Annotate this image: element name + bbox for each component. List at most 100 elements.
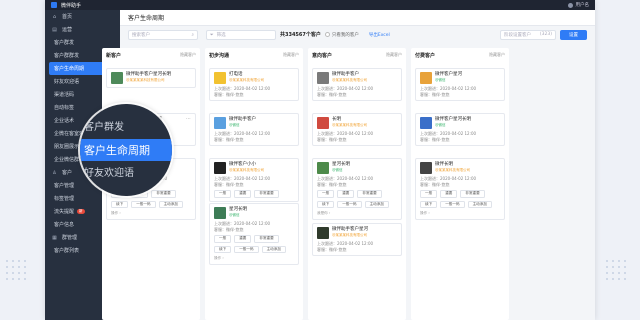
hide-customers-link[interactable]: 隐藏客户 <box>283 52 299 58</box>
tag-button[interactable]: 主动添加 <box>467 200 492 208</box>
customer-info: 星河长明@微信 <box>332 162 350 173</box>
customer-card[interactable]: 微伴助手客户星河长明 @某某某某科技有限公司 <box>106 68 196 88</box>
column-header: 付费客户 隐藏客户 <box>411 48 509 62</box>
avatar <box>317 227 329 239</box>
tag-button[interactable]: 主动添加 <box>364 200 389 208</box>
customer-meta: 上次跟进：2020-04-02 12:00客服：微伴-悠悠 <box>214 131 294 142</box>
customer-org: @某某某科技有限公司 <box>332 123 367 127</box>
tag-button[interactable]: 非常重要 <box>254 235 279 243</box>
customer-org: @某某某科技有限公司 <box>229 168 264 172</box>
customer-card-header: 微伴助手客户星河长明 @某某某某科技有限公司 <box>111 72 191 84</box>
customer-card[interactable]: 星河长明@微信上次跟进：2020-04-02 12:00客服：微伴-悠悠一般重要… <box>312 158 402 220</box>
tag-row: 续下 一般一码 主动添加 <box>420 200 500 208</box>
more-icon[interactable]: ⋯ <box>186 116 191 122</box>
customer-card[interactable]: 微伴长明 @某某某科技有限公司 上次跟进：2020-04-02 12:00 客服：微伴… <box>415 158 505 220</box>
customer-card-header: 星河长明@微信 <box>317 162 397 174</box>
background-dots <box>4 258 30 284</box>
tag-button[interactable]: 续下 <box>111 200 129 208</box>
customer-info: 微伴客户星河长明 @微信 <box>435 117 471 128</box>
meta-line: 客服：微伴-悠悠 <box>317 246 347 252</box>
tag-button[interactable]: 一般一码 <box>337 200 362 208</box>
user-menu[interactable]: 用户名 <box>567 2 589 8</box>
search-icon: ⌕ <box>191 32 194 38</box>
search-input[interactable]: 搜索客户 ⌕ <box>128 29 198 40</box>
column-header: 意向客户 隐藏客户 <box>308 48 406 62</box>
customer-card-header: 微伴助手客户 @微信 <box>214 117 294 129</box>
tag-button[interactable]: 一般一码 <box>440 200 465 208</box>
customer-card[interactable]: 微伴助手客户 @微信 上次跟进：2020-04-02 12:00 客服：微伴-悠悠 <box>209 113 299 146</box>
card-operation-link[interactable]: 操作 › <box>420 211 500 216</box>
customer-card[interactable]: 微伴客户小小 @某某某科技有限公司 上次跟进：2020-04-02 12:00 客服：… <box>209 158 299 202</box>
only-mine-label: 只看我的客户 <box>331 32 359 38</box>
search-placeholder: 搜索客户 <box>132 32 150 38</box>
customer-meta: 上次跟进：2020-04-02 12:00客服：微伴-悠悠 <box>420 86 500 97</box>
card-operation-link[interactable]: 我是你 › <box>317 211 397 216</box>
customer-card[interactable]: 长明 @某某某科技有限公司 上次跟进：2020-04-02 12:00 客服：微伴-悠… <box>312 113 402 146</box>
settings-button[interactable]: 设置 <box>560 29 587 40</box>
only-mine-checkbox[interactable]: 只看我的客户 <box>324 32 359 38</box>
tag-button[interactable]: 非常重要 <box>357 190 382 198</box>
tag-button[interactable]: 主动添加 <box>261 245 286 253</box>
customer-org: @微信 <box>229 123 240 127</box>
tag-button[interactable]: 非常重要 <box>151 190 176 198</box>
sidebar-item-label: 客户信息 <box>54 222 75 228</box>
tag-button[interactable]: 非常重要 <box>460 190 485 198</box>
tag-button[interactable]: 一般 <box>214 235 232 243</box>
customer-card[interactable]: 微伴客户星河长明 @微信 上次跟进：2020-04-02 12:00 客服：微伴-悠悠 <box>415 113 505 146</box>
tag-button[interactable]: 续下 <box>420 200 438 208</box>
sidebar-item-label: 企业微信群 <box>54 157 80 163</box>
user-icon: ♙ <box>52 169 57 176</box>
meta-line: 客服：微伴-悠悠 <box>214 136 244 142</box>
tag-button[interactable]: 续下 <box>214 245 232 253</box>
meta-line: 客服：微伴-悠悠 <box>420 136 450 142</box>
app-logo-icon <box>51 2 57 8</box>
customer-info: 微伴客户星河 @微信 <box>435 72 462 83</box>
tag-button[interactable]: 一般 <box>214 190 232 198</box>
customer-card[interactable]: 打电话 @某某某科技有限公司 上次跟进：2020-04-02 12:00 客服：微伴-… <box>209 68 299 101</box>
export-excel-link[interactable]: 导出Excel <box>369 32 390 38</box>
meta-line: 客服：微伴-悠悠 <box>317 136 347 142</box>
stage-settings: 阶段设置客户 (323) 设置 <box>500 29 587 40</box>
tag-row: 一般重要非常重要 <box>420 190 500 198</box>
hide-customers-link[interactable]: 隐藏客户 <box>386 52 402 58</box>
filter-select[interactable]: ⏷ 筛选 <box>206 29 276 40</box>
tag-button[interactable]: 续下 <box>317 200 335 208</box>
column-title: 意向客户 <box>312 52 333 59</box>
sidebar-item[interactable]: ▤ 运营 <box>45 23 120 36</box>
card-operation-link[interactable]: 操作 › <box>111 211 191 216</box>
sidebar-item-label: 流失提醒 <box>54 209 75 215</box>
tag-button[interactable]: 一般一码 <box>234 245 259 253</box>
sidebar-item-label: 客户生命周期 <box>54 66 85 72</box>
card-operation-link[interactable]: 操作 › <box>214 256 294 261</box>
tag-button[interactable]: 主动添加 <box>158 200 183 208</box>
customer-org: @某某某科技有限公司 <box>332 78 367 82</box>
background-dots <box>604 258 630 284</box>
stage-settings-field[interactable]: 阶段设置客户 (323) <box>500 29 556 40</box>
hide-customers-link[interactable]: 隐藏客户 <box>489 52 505 58</box>
customer-info: 微伴长明 @某某某科技有限公司 <box>435 162 470 173</box>
tag-button[interactable]: 一般一码 <box>131 200 156 208</box>
meta-line: 客服：微伴-悠悠 <box>214 91 244 97</box>
column-title: 新客户 <box>106 52 122 59</box>
tag-button[interactable]: 一般 <box>317 190 335 198</box>
tag-button[interactable]: 重要 <box>337 190 355 198</box>
customer-card[interactable]: 微伴助手客户星河 @某某某科技有限公司 上次跟进：2020-04-02 12:00 客… <box>312 223 402 256</box>
avatar <box>214 72 226 84</box>
tag-button[interactable]: 非常重要 <box>254 190 279 198</box>
customer-card[interactable]: 星河长明@微信上次跟进：2020-04-02 12:00客服：微伴-悠悠一般重要… <box>209 203 299 265</box>
customer-card[interactable]: 微伴客户星河 @微信上次跟进：2020-04-02 12:00 客服：微伴-悠悠 <box>415 68 505 101</box>
tag-row: 一般重要非常重要 <box>214 235 294 243</box>
sidebar-item[interactable]: ⌂ 首页 <box>45 10 120 23</box>
customer-org: @微信 <box>435 78 446 82</box>
magnifier-callout: 客户群发 客户生命周期 好友欢迎语 <box>80 104 172 196</box>
customer-card[interactable]: 微伴助手客户 @某某某科技有限公司 上次跟进：2020-04-02 12:00 客服：… <box>312 68 402 101</box>
sidebar-item-label: 首页 <box>62 14 73 20</box>
tag-button[interactable]: 重要 <box>440 190 458 198</box>
lifecycle-board: 新客户隐藏客户微伴助手客户星河长明@某某某某科技有限公司微伴助手客户巍峨@某某某… <box>102 48 527 320</box>
tag-button[interactable]: 重要 <box>234 190 252 198</box>
tag-button[interactable]: 一般 <box>420 190 438 198</box>
tag-button[interactable]: 重要 <box>234 235 252 243</box>
new-badge: 新 <box>77 209 85 214</box>
hide-customers-link[interactable]: 隐藏客户 <box>180 52 196 58</box>
customer-card-header: 微伴长明 @某某某科技有限公司 <box>420 162 500 174</box>
